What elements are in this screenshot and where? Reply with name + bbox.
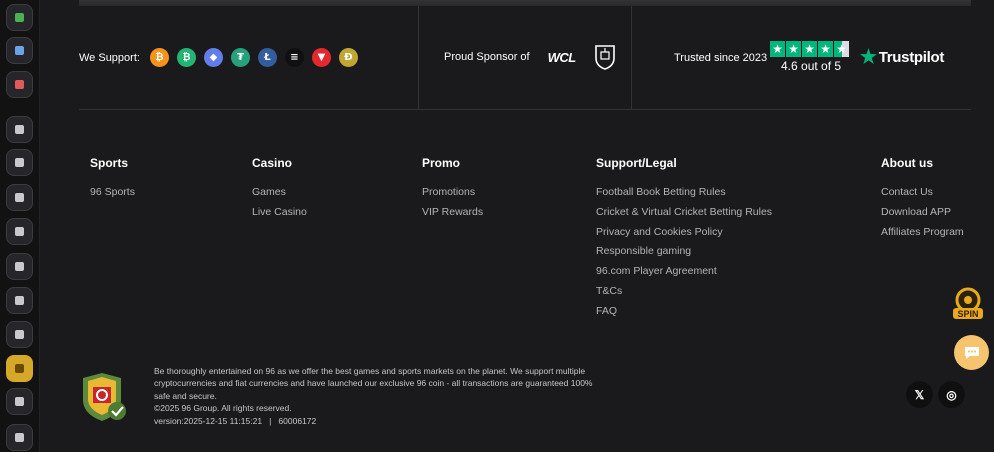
tether-icon: ₮ bbox=[230, 48, 250, 67]
rating-star-icon: ★ bbox=[786, 41, 801, 57]
footer-column-title: Promo bbox=[422, 156, 461, 170]
footer-link[interactable]: Live Casino bbox=[252, 206, 307, 226]
rating-star-icon: ★ bbox=[818, 41, 833, 57]
footer-link[interactable]: Responsible gaming bbox=[596, 245, 772, 265]
support-label: We Support: bbox=[79, 51, 140, 64]
sidebar-slots-button[interactable] bbox=[6, 321, 33, 348]
x-twitter-icon: 𝕏 bbox=[914, 387, 925, 402]
rating-star-icon: ★ bbox=[802, 41, 817, 57]
sidebar-fire-button[interactable] bbox=[6, 424, 33, 451]
football-icon bbox=[15, 296, 24, 305]
ethereum-icon: ◆ bbox=[203, 48, 223, 67]
sponsor-label: Proud Sponsor of bbox=[444, 51, 530, 63]
rating-stars: ★ ★ ★ ★ ★ bbox=[770, 41, 850, 57]
cards-icon bbox=[15, 262, 24, 271]
footer-link[interactable]: 96.com Player Agreement bbox=[596, 265, 772, 285]
footer-column-about-us: About us Contact Us Download APP Affiliates… bbox=[881, 156, 964, 245]
tron-icon: ▼ bbox=[311, 48, 331, 67]
footer-column-title: About us bbox=[881, 156, 933, 170]
legal-line: Be thoroughly entertained on 96 as we of… bbox=[154, 366, 586, 376]
chat-button[interactable] bbox=[954, 335, 989, 370]
seven-icon bbox=[15, 193, 24, 202]
footer-link[interactable]: Contact Us bbox=[881, 186, 964, 206]
sidebar-trophy-button[interactable] bbox=[6, 388, 33, 415]
bitcoin-icon: ₿ bbox=[149, 48, 169, 67]
sidebar-casino-chip-button[interactable] bbox=[6, 116, 33, 143]
sidebar-football-button[interactable] bbox=[6, 287, 33, 314]
footer-link[interactable]: Football Book Betting Rules bbox=[596, 186, 772, 206]
left-sidebar bbox=[0, 0, 40, 452]
footer-column-sports: Sports 96 Sports bbox=[90, 156, 135, 206]
footer-column-casino: Casino Games Live Casino bbox=[252, 156, 307, 226]
rating-star-icon: ★ bbox=[834, 41, 849, 57]
app-red-icon bbox=[15, 80, 24, 89]
footer-link[interactable]: Affiliates Program bbox=[881, 226, 964, 246]
sidebar-crown-button[interactable] bbox=[6, 355, 33, 382]
footer-link[interactable]: T&Cs bbox=[596, 285, 772, 305]
sidebar-rocket-button[interactable] bbox=[6, 149, 33, 176]
crown-icon bbox=[15, 364, 24, 373]
litecoin-icon: Ł bbox=[257, 48, 277, 67]
sidebar-cards-button[interactable] bbox=[6, 253, 33, 280]
footer-link[interactable]: VIP Rewards bbox=[422, 206, 483, 226]
rating-text: 4.6 out of 5 bbox=[781, 59, 842, 73]
footer-column-title: Sports bbox=[90, 156, 129, 170]
app-green-icon bbox=[15, 13, 24, 22]
casino-chip-icon bbox=[15, 125, 24, 134]
rocket-icon bbox=[15, 158, 24, 167]
burnley-crest-icon[interactable] bbox=[594, 44, 616, 70]
licence-shield-icon[interactable] bbox=[80, 372, 128, 422]
sidebar-dice-button[interactable] bbox=[6, 218, 33, 245]
dogecoin-icon: Ð bbox=[338, 48, 358, 67]
app-blue-icon bbox=[15, 46, 24, 55]
spin-wheel-button[interactable]: SPIN bbox=[951, 286, 985, 322]
version-line: version:2025-12-15 11:15:21 | 60006172 bbox=[154, 415, 317, 426]
wcl-logo[interactable]: WCL bbox=[540, 44, 584, 70]
bitcoin-cash-icon: ₿ bbox=[176, 48, 196, 67]
footer-link[interactable]: Download APP bbox=[881, 206, 964, 226]
footer-column-promo: Promo Promotions VIP Rewards bbox=[422, 156, 483, 226]
chat-bubble-icon bbox=[964, 346, 979, 359]
sidebar-app-blue-button[interactable] bbox=[6, 37, 33, 64]
footer-link[interactable]: Privacy and Cookies Policy bbox=[596, 226, 772, 246]
footer-link[interactable]: Promotions bbox=[422, 186, 483, 206]
legal-line: safe and secure. bbox=[154, 390, 217, 401]
legal-text: Be thoroughly entertained on 96 as we of… bbox=[154, 365, 624, 427]
footer-column-support-legal: Support/Legal Football Book Betting Rules… bbox=[596, 156, 772, 325]
sidebar-app-red-button[interactable] bbox=[6, 71, 33, 98]
footer-link[interactable]: Cricket & Virtual Cricket Betting Rules bbox=[596, 206, 772, 226]
fire-icon bbox=[15, 433, 24, 442]
trustpilot-label: Trustpilot bbox=[878, 49, 945, 66]
legal-line: cryptocurrencies and fiat currencies and… bbox=[154, 378, 593, 389]
sidebar-app-green-button[interactable] bbox=[6, 4, 33, 31]
trusted-since: Trusted since 2023 bbox=[674, 52, 768, 64]
sponsor-block: Proud Sponsor of WCL bbox=[444, 44, 616, 70]
footer-column-title: Casino bbox=[252, 156, 293, 170]
dice-icon bbox=[15, 227, 24, 236]
sidebar-seven-button[interactable] bbox=[6, 184, 33, 211]
spin-label: SPIN bbox=[957, 309, 978, 319]
copyright-line: ©2025 96 Group. All rights reserved. bbox=[154, 403, 292, 414]
x-twitter-button[interactable]: 𝕏 bbox=[906, 381, 933, 408]
slots-icon bbox=[15, 330, 24, 339]
trustpilot-star-icon: ★ bbox=[860, 47, 877, 68]
trustpilot-logo[interactable]: ★ Trustpilot bbox=[860, 48, 944, 67]
wcl-logo-text: WCL bbox=[547, 49, 577, 65]
rating-star-icon: ★ bbox=[770, 41, 785, 57]
band-separator bbox=[418, 6, 419, 110]
trophy-icon bbox=[15, 397, 24, 406]
instagram-icon: ◎ bbox=[946, 387, 957, 402]
footer-link[interactable]: 96 Sports bbox=[90, 186, 135, 206]
instagram-button[interactable]: ◎ bbox=[938, 381, 965, 408]
solana-icon: ≡ bbox=[284, 48, 304, 67]
footer-column-title: Support/Legal bbox=[596, 156, 677, 170]
supported-currencies: We Support: ₿ ₿ ◆ ₮ Ł ≡ ▼ Ð bbox=[79, 48, 366, 67]
band-separator bbox=[631, 6, 632, 110]
footer-link[interactable]: FAQ bbox=[596, 305, 772, 325]
footer-link[interactable]: Games bbox=[252, 186, 307, 206]
footer-page: We Support: ₿ ₿ ◆ ₮ Ł ≡ ▼ Ð Proud Sponsor of WC… bbox=[0, 0, 994, 452]
